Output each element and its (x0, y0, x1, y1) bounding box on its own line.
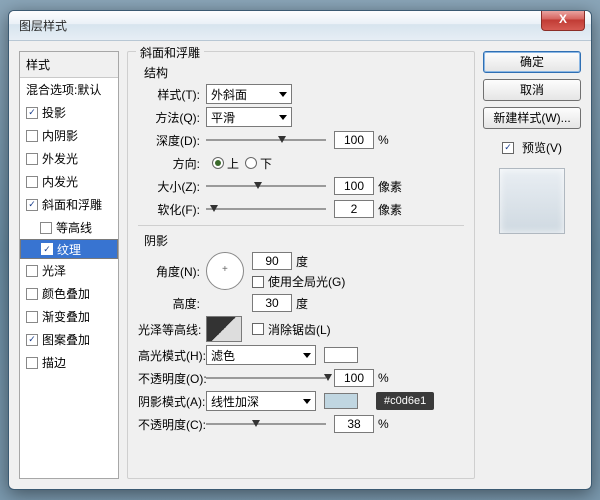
highlight-mode-label: 高光模式(H): (138, 347, 206, 364)
sidebar-item-9[interactable]: 渐变叠加 (20, 305, 118, 328)
sidebar-item-label: 斜面和浮雕 (42, 196, 102, 213)
gloss-contour-picker[interactable] (206, 316, 242, 342)
altitude-input[interactable]: 30 (252, 294, 292, 312)
style-checkbox[interactable] (26, 153, 38, 165)
shadow-opacity-label: 不透明度(C): (138, 416, 206, 433)
sidebar-item-0[interactable]: ✓ 投影 (20, 101, 118, 124)
sidebar-item-label: 渐变叠加 (42, 308, 90, 325)
chevron-down-icon (303, 353, 311, 358)
bevel-group: 斜面和浮雕 结构 样式(T): 外斜面 方法(Q): 平滑 深度(D): 100… (127, 51, 475, 479)
style-select[interactable]: 外斜面 (206, 84, 292, 104)
chevron-down-icon (279, 115, 287, 120)
sidebar-item-6[interactable]: ✓ 纹理 (20, 239, 118, 259)
style-checkbox[interactable]: ✓ (41, 243, 53, 255)
sidebar-item-8[interactable]: 颜色叠加 (20, 282, 118, 305)
technique-label: 方法(Q): (138, 109, 206, 126)
style-checkbox[interactable] (26, 357, 38, 369)
direction-up-radio[interactable] (212, 157, 224, 169)
sidebar-item-2[interactable]: 外发光 (20, 147, 118, 170)
highlight-opacity-label: 不透明度(O): (138, 370, 206, 387)
sidebar-item-11[interactable]: 描边 (20, 351, 118, 374)
highlight-opacity-input[interactable]: 100 (334, 369, 374, 387)
angle-input[interactable]: 90 (252, 252, 292, 270)
blend-options-row[interactable]: 混合选项:默认 (20, 78, 118, 101)
sidebar-item-label: 内发光 (42, 173, 78, 190)
style-checkbox[interactable]: ✓ (26, 199, 38, 211)
size-label: 大小(Z): (138, 178, 206, 195)
sidebar-item-label: 光泽 (42, 262, 66, 279)
depth-slider[interactable] (206, 132, 326, 148)
sidebar-item-label: 图案叠加 (42, 331, 90, 348)
new-style-button[interactable]: 新建样式(W)... (483, 107, 581, 129)
soften-input[interactable]: 2 (334, 200, 374, 218)
sidebar-item-5[interactable]: 等高线 (20, 216, 118, 239)
styles-header: 样式 (20, 52, 118, 78)
structure-heading: 结构 (144, 64, 464, 81)
sidebar-item-3[interactable]: 内发光 (20, 170, 118, 193)
sidebar-item-label: 投影 (42, 104, 66, 121)
cancel-button[interactable]: 取消 (483, 79, 581, 101)
sidebar-item-label: 外发光 (42, 150, 78, 167)
style-checkbox[interactable]: ✓ (26, 334, 38, 346)
window-title: 图层样式 (19, 17, 67, 34)
ok-button[interactable]: 确定 (483, 51, 581, 73)
angle-label: 角度(N): (138, 263, 206, 280)
sidebar-item-label: 描边 (42, 354, 66, 371)
direction-down-radio[interactable] (245, 157, 257, 169)
chevron-down-icon (303, 399, 311, 404)
sidebar-item-label: 颜色叠加 (42, 285, 90, 302)
preview-thumbnail (499, 168, 565, 234)
style-checkbox[interactable]: ✓ (26, 107, 38, 119)
technique-select[interactable]: 平滑 (206, 107, 292, 127)
style-checkbox[interactable] (26, 288, 38, 300)
highlight-color-swatch[interactable] (324, 347, 358, 363)
depth-input[interactable]: 100 (334, 131, 374, 149)
gloss-contour-label: 光泽等高线: (138, 321, 206, 338)
angle-dial[interactable]: + (206, 252, 244, 290)
shading-heading: 阴影 (144, 232, 464, 249)
global-light-checkbox[interactable] (252, 276, 264, 288)
antialias-checkbox[interactable] (252, 323, 264, 335)
highlight-mode-select[interactable]: 滤色 (206, 345, 316, 365)
shadow-opacity-slider[interactable] (206, 416, 326, 432)
style-checkbox[interactable] (26, 176, 38, 188)
chevron-down-icon (279, 92, 287, 97)
sidebar-item-7[interactable]: 光泽 (20, 259, 118, 282)
sidebar-item-1[interactable]: 内阴影 (20, 124, 118, 147)
shadow-opacity-input[interactable]: 38 (334, 415, 374, 433)
shadow-mode-select[interactable]: 线性加深 (206, 391, 316, 411)
sidebar-item-label: 纹理 (57, 241, 81, 258)
direction-label: 方向: (138, 155, 206, 172)
dialog-buttons: 确定 取消 新建样式(W)... ✓预览(V) (483, 51, 581, 479)
style-checkbox[interactable] (26, 130, 38, 142)
sidebar-item-10[interactable]: ✓ 图案叠加 (20, 328, 118, 351)
size-input[interactable]: 100 (334, 177, 374, 195)
highlight-opacity-slider[interactable] (206, 370, 326, 386)
titlebar: 图层样式 X (9, 11, 591, 41)
style-checkbox[interactable] (40, 222, 52, 234)
close-button[interactable]: X (541, 11, 585, 31)
options-panel: 斜面和浮雕 结构 样式(T): 外斜面 方法(Q): 平滑 深度(D): 100… (127, 51, 475, 479)
sidebar-item-label: 等高线 (56, 219, 92, 236)
shadow-color-swatch[interactable] (324, 393, 358, 409)
style-checkbox[interactable] (26, 311, 38, 323)
soften-slider[interactable] (206, 201, 326, 217)
styles-list: 样式 混合选项:默认 ✓投影内阴影外发光内发光✓斜面和浮雕等高线✓纹理光泽颜色叠… (19, 51, 119, 479)
soften-label: 软化(F): (138, 201, 206, 218)
style-label: 样式(T): (138, 86, 206, 103)
style-checkbox[interactable] (26, 265, 38, 277)
sidebar-item-label: 内阴影 (42, 127, 78, 144)
depth-label: 深度(D): (138, 132, 206, 149)
shadow-mode-label: 阴影模式(A): (138, 393, 206, 410)
preview-checkbox[interactable]: ✓ (502, 142, 514, 154)
layer-style-dialog: 图层样式 X 样式 混合选项:默认 ✓投影内阴影外发光内发光✓斜面和浮雕等高线✓… (8, 10, 592, 490)
altitude-label: 高度: (138, 295, 206, 312)
group-title: 斜面和浮雕 (136, 44, 204, 61)
sidebar-item-4[interactable]: ✓ 斜面和浮雕 (20, 193, 118, 216)
color-tooltip: #c0d6e1 (376, 392, 434, 410)
size-slider[interactable] (206, 178, 326, 194)
